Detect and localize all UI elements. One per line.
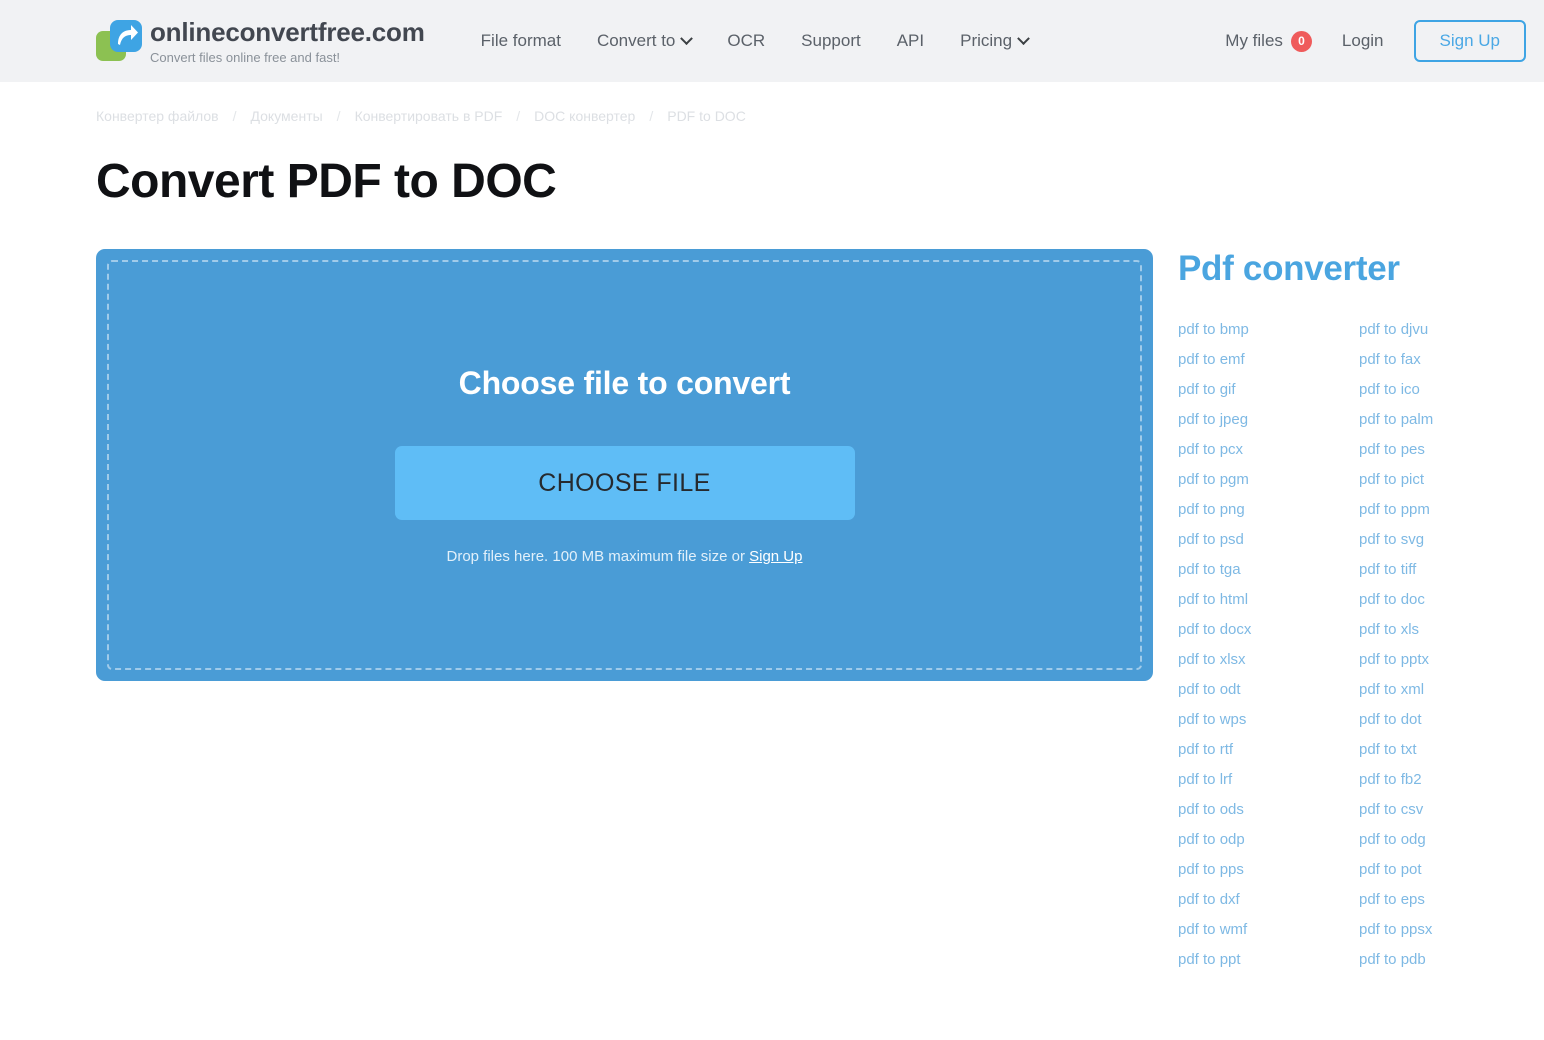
converter-link[interactable]: pdf to odp (1178, 825, 1359, 855)
converter-link[interactable]: pdf to txt (1359, 735, 1540, 765)
converter-link[interactable]: pdf to pdb (1359, 945, 1540, 975)
convert-arrow-logo-icon (96, 20, 142, 62)
converter-link[interactable]: pdf to xml (1359, 675, 1540, 705)
chevron-down-icon (680, 31, 694, 45)
breadcrumb-item-convert-to-pdf[interactable]: Конвертировать в PDF (355, 108, 503, 124)
nav-item-support[interactable]: Support (801, 31, 861, 51)
my-files-label: My files (1225, 31, 1283, 50)
converter-link[interactable]: pdf to psd (1178, 525, 1359, 555)
converter-link[interactable]: pdf to svg (1359, 525, 1540, 555)
converter-link[interactable]: pdf to pcx (1178, 435, 1359, 465)
breadcrumb-separator: / (516, 108, 521, 124)
converter-link[interactable]: pdf to doc (1359, 585, 1540, 615)
nav-item-convert-to[interactable]: Convert to (596, 31, 694, 51)
converter-link[interactable]: pdf to tiff (1359, 555, 1540, 585)
converter-link[interactable]: pdf to fb2 (1359, 765, 1540, 795)
converter-link[interactable]: pdf to csv (1359, 795, 1540, 825)
converter-link[interactable]: pdf to eps (1359, 885, 1540, 915)
breadcrumb-item-konverter-faylov[interactable]: Конвертер файлов (96, 108, 219, 124)
converter-link[interactable]: pdf to lrf (1178, 765, 1359, 795)
converter-link[interactable]: pdf to tga (1178, 555, 1359, 585)
converter-link[interactable]: pdf to pps (1178, 855, 1359, 885)
breadcrumb-separator: / (649, 108, 654, 124)
converter-link-columns: pdf to bmp pdf to emf pdf to gif pdf to … (1178, 315, 1540, 975)
brand-title: onlineconvertfree.com (150, 17, 425, 47)
converter-link[interactable]: pdf to bmp (1178, 315, 1359, 345)
dropzone-hint: Drop files here. 100 MB maximum file siz… (447, 548, 803, 565)
nav-label: OCR (727, 31, 766, 50)
converter-link[interactable]: pdf to png (1178, 495, 1359, 525)
nav-item-api[interactable]: API (897, 31, 924, 51)
converter-link[interactable]: pdf to dot (1359, 705, 1540, 735)
login-link[interactable]: Login (1342, 31, 1384, 51)
converter-link[interactable]: pdf to ppm (1359, 495, 1540, 525)
converter-link[interactable]: pdf to emf (1178, 345, 1359, 375)
nav-item-pricing[interactable]: Pricing (960, 31, 1030, 51)
converter-link[interactable]: pdf to pes (1359, 435, 1540, 465)
chevron-down-icon (1017, 31, 1030, 45)
converter-link[interactable]: pdf to xls (1359, 615, 1540, 645)
choose-file-button[interactable]: CHOOSE FILE (394, 446, 855, 520)
breadcrumb-item-doc-konverter[interactable]: DOC конвертер (534, 108, 635, 124)
converter-link[interactable]: pdf to rtf (1178, 735, 1359, 765)
sign-up-button[interactable]: Sign Up (1413, 20, 1526, 62)
logo-arrow-icon (118, 25, 138, 45)
brand-tagline: Convert files online free and fast! (150, 50, 341, 65)
converter-link[interactable]: pdf to ppsx (1359, 915, 1540, 945)
converter-link-column-right: pdf to djvu pdf to fax pdf to ico pdf to… (1359, 315, 1540, 975)
sidebar-title: Pdf converter (1178, 249, 1400, 288)
nav-item-file-format[interactable]: File format (481, 31, 561, 51)
my-files-link[interactable]: My files 0 (1225, 30, 1312, 52)
converter-link[interactable]: pdf to odt (1178, 675, 1359, 705)
converter-link[interactable]: pdf to pict (1359, 465, 1540, 495)
converter-link[interactable]: pdf to wps (1178, 705, 1359, 735)
breadcrumb-item-pdf-to-doc[interactable]: PDF to DOC (667, 108, 746, 124)
converter-link-column-left: pdf to bmp pdf to emf pdf to gif pdf to … (1178, 315, 1359, 975)
converter-link[interactable]: pdf to jpeg (1178, 405, 1359, 435)
breadcrumb-item-dokumenty[interactable]: Документы (251, 108, 323, 124)
breadcrumb: Конвертер файлов / Документы / Конвертир… (0, 82, 1544, 124)
dropzone-heading: Choose file to convert (458, 365, 791, 401)
converter-link[interactable]: pdf to fax (1359, 345, 1540, 375)
converter-link[interactable]: pdf to pptx (1359, 645, 1540, 675)
converter-link[interactable]: pdf to dxf (1178, 885, 1359, 915)
nav-label: File format (480, 31, 561, 50)
site-header: onlineconvertfree.com Convert files onli… (0, 0, 1544, 82)
converter-link[interactable]: pdf to ppt (1178, 945, 1359, 975)
converter-link[interactable]: pdf to docx (1178, 615, 1359, 645)
converter-link[interactable]: pdf to pot (1359, 855, 1540, 885)
converter-link[interactable]: pdf to ico (1359, 375, 1540, 405)
converter-link[interactable]: pdf to xlsx (1178, 645, 1359, 675)
nav-label: Pricing (960, 31, 1013, 50)
main-content: Choose file to convert CHOOSE FILE Drop … (0, 249, 1544, 975)
dropzone-sign-up-link[interactable]: Sign Up (749, 548, 802, 565)
converter-link[interactable]: pdf to wmf (1178, 915, 1359, 945)
brand-logo[interactable]: onlineconvertfree.com Convert files onli… (96, 16, 425, 66)
converter-link[interactable]: pdf to pgm (1178, 465, 1359, 495)
nav-item-ocr[interactable]: OCR (727, 31, 765, 51)
pdf-converter-sidebar: Pdf converter pdf to bmp pdf to emf pdf … (1178, 249, 1540, 975)
nav-label: API (896, 31, 925, 50)
converter-link[interactable]: pdf to html (1178, 585, 1359, 615)
converter-link[interactable]: pdf to djvu (1359, 315, 1540, 345)
my-files-count-badge: 0 (1290, 30, 1312, 52)
converter-link[interactable]: pdf to palm (1359, 405, 1540, 435)
nav-label: Support (801, 31, 861, 50)
breadcrumb-separator: / (232, 108, 237, 124)
header-actions: My files 0 Login Sign Up (1225, 20, 1526, 62)
file-dropzone[interactable]: Choose file to convert CHOOSE FILE Drop … (96, 249, 1153, 681)
dropzone-hint-text: Drop files here. 100 MB maximum file siz… (446, 548, 750, 565)
converter-link[interactable]: pdf to ods (1178, 795, 1359, 825)
page-title: Convert PDF to DOC (96, 155, 557, 208)
converter-link[interactable]: pdf to odg (1359, 825, 1540, 855)
converter-link[interactable]: pdf to gif (1178, 375, 1359, 405)
nav-label: Convert to (596, 31, 676, 50)
breadcrumb-separator: / (336, 108, 341, 124)
main-navigation: File format Convert to OCR Support API P… (481, 31, 1030, 51)
